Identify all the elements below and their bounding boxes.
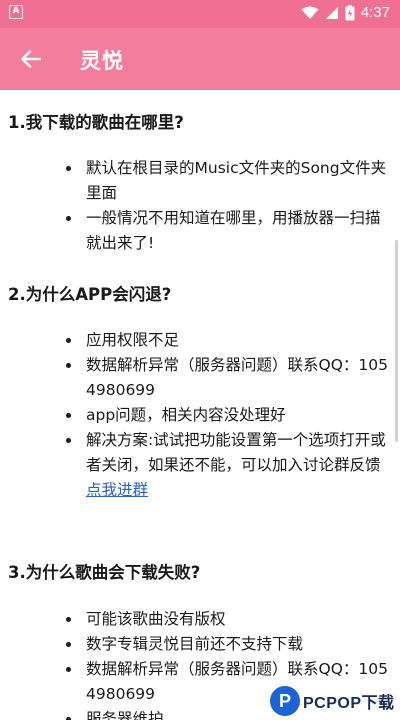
list-item: 应用权限不足: [0, 328, 400, 353]
page-title: 灵悦: [80, 49, 124, 73]
faq-answers-2: 应用权限不足 数据解析异常（服务器问题）联系QQ：1054980699 app问…: [0, 328, 400, 503]
watermark-text: PCPOP下载: [303, 695, 395, 712]
notification-a-icon: A: [9, 5, 23, 19]
list-item: 可能该歌曲没有版权: [0, 607, 400, 632]
list-item: 默认在根目录的Music文件夹的Song文件夹里面: [0, 156, 400, 206]
faq-question-3: 3.为什么歌曲会下载失败?: [8, 563, 201, 582]
faq-section-1: 1.我下载的歌曲在哪里? 默认在根目录的Music文件夹的Song文件夹里面 一…: [0, 111, 400, 256]
faq-question-2: 2.为什么APP会闪退?: [8, 285, 172, 304]
list-item: 一般情况不用知道在哪里，用播放器一扫描就出来了!: [0, 206, 400, 256]
pcpop-watermark: P PCPOP下载: [270, 684, 398, 718]
faq-content[interactable]: 1.我下载的歌曲在哪里? 默认在根目录的Music文件夹的Song文件夹里面 一…: [0, 90, 400, 720]
app-bar: 灵悦: [0, 28, 400, 90]
signal-icon: [325, 6, 338, 19]
list-item: app问题，相关内容没处理好: [0, 403, 400, 428]
list-item: 数据解析异常（服务器问题）联系QQ：1054980699: [0, 353, 400, 403]
faq-section-2: 2.为什么APP会闪退? 应用权限不足 数据解析异常（服务器问题）联系QQ：10…: [0, 283, 400, 503]
list-item: 数字专辑灵悦目前还不支持下载: [0, 632, 400, 657]
list-item-text: 解决方案:试试把功能设置第一个选项打开或者关闭，如果还不能，可以加入讨论群反馈: [86, 431, 386, 474]
back-button[interactable]: [12, 40, 50, 78]
pcpop-logo-icon: P: [270, 686, 300, 716]
arrow-left-icon: [21, 50, 41, 68]
status-icons: 4:37: [301, 4, 390, 21]
join-group-link[interactable]: 点我进群: [86, 478, 392, 503]
faq-question-1: 1.我下载的歌曲在哪里?: [8, 113, 184, 132]
list-item: 解决方案:试试把功能设置第一个选项打开或者关闭，如果还不能，可以加入讨论群反馈 …: [0, 428, 400, 503]
wifi-icon: [301, 6, 319, 19]
faq-answers-1: 默认在根目录的Music文件夹的Song文件夹里面 一般情况不用知道在哪里，用播…: [0, 156, 400, 256]
scrollbar[interactable]: [395, 240, 398, 442]
status-time: 4:37: [360, 4, 390, 21]
status-bar: A 4:37: [0, 0, 400, 28]
battery-charging-icon: [345, 4, 355, 20]
